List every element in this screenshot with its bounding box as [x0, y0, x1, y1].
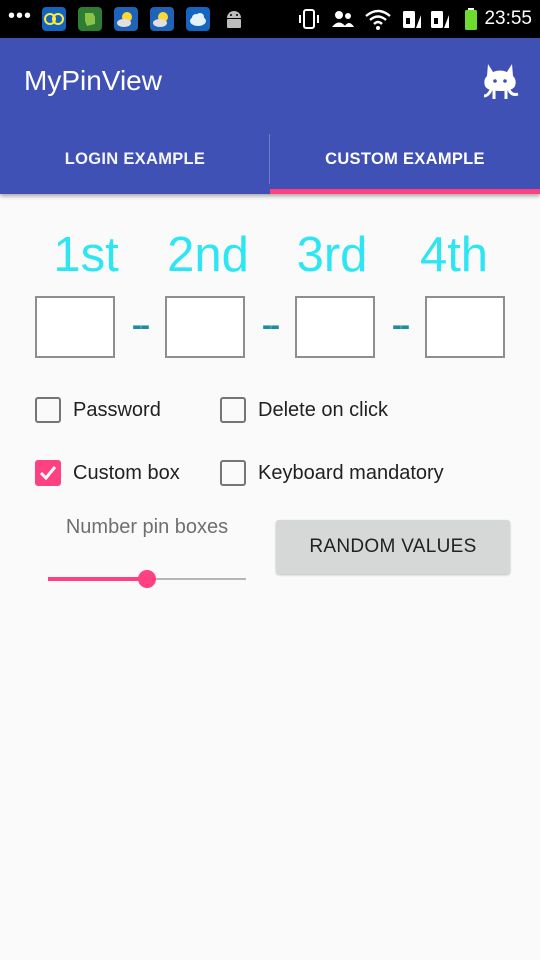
vibrate-icon	[298, 7, 320, 31]
pin-ordinal-4: 4th	[419, 228, 489, 282]
checkbox-box	[220, 460, 246, 486]
checkbox-label: Delete on click	[258, 399, 389, 421]
evernote-app-icon	[78, 7, 102, 31]
battery-icon	[462, 7, 480, 31]
slider-label: Number pin boxes	[65, 516, 229, 538]
cloud-app-icon	[186, 7, 210, 31]
pin-box-2[interactable]	[165, 296, 245, 358]
pin-separator: --	[262, 309, 280, 342]
checkbox-label: Custom box	[73, 462, 180, 484]
tab-custom-example[interactable]: CUSTOM EXAMPLE	[270, 128, 540, 190]
slider-thumb[interactable]	[138, 570, 156, 588]
tab-indicator	[270, 189, 540, 194]
wifi-icon	[364, 7, 392, 31]
pin-ordinal-2: 2nd	[167, 228, 249, 282]
app-title: MyPinView	[24, 65, 162, 96]
pin-boxes-slider[interactable]	[48, 568, 246, 590]
checkbox-box	[35, 460, 61, 486]
contacts-icon	[330, 7, 356, 31]
tab-label: LOGIN EXAMPLE	[64, 150, 206, 168]
password-checkbox[interactable]: Password	[35, 394, 185, 426]
status-time: 23:55	[484, 8, 532, 29]
checkbox-box	[220, 397, 246, 423]
pin-box-3[interactable]	[295, 296, 375, 358]
random-values-button[interactable]: RANDOM VALUES	[276, 520, 510, 574]
app-bar: MyPinView LOGIN EXAMPLE CUSTOM EXAMPLE	[0, 38, 540, 194]
keyboard-mandatory-checkbox[interactable]: Keyboard mandatory	[220, 457, 470, 489]
custom-box-checkbox[interactable]: Custom box	[35, 457, 195, 489]
pin-box-4[interactable]	[425, 296, 505, 358]
checkbox-label: Keyboard mandatory	[258, 462, 444, 484]
slider-fill	[48, 577, 147, 581]
checkbox-box	[35, 397, 61, 423]
sim2-signal-icon	[428, 7, 450, 31]
check-icon	[39, 466, 57, 481]
pin-ordinal-1: 1st	[53, 228, 119, 282]
github-octocat-icon[interactable]	[476, 58, 524, 102]
status-bar: ••• 23:55	[0, 0, 540, 38]
checkbox-label: Password	[73, 399, 161, 421]
weather-app-icon	[114, 7, 138, 31]
tab-login-example[interactable]: LOGIN EXAMPLE	[0, 128, 270, 190]
weather-app-icon	[150, 7, 174, 31]
sim1-signal-icon	[400, 7, 422, 31]
overflow-dots: •••	[8, 5, 33, 27]
pin-separator: --	[392, 309, 410, 342]
pin-ordinal-3: 3rd	[296, 228, 368, 282]
tab-label: CUSTOM EXAMPLE	[325, 150, 485, 168]
android-icon	[222, 7, 246, 31]
pin-separator: --	[132, 309, 150, 342]
delete-on-click-checkbox[interactable]: Delete on click	[220, 394, 420, 426]
nfc-app-icon	[42, 7, 66, 31]
pin-box-1[interactable]	[35, 296, 115, 358]
